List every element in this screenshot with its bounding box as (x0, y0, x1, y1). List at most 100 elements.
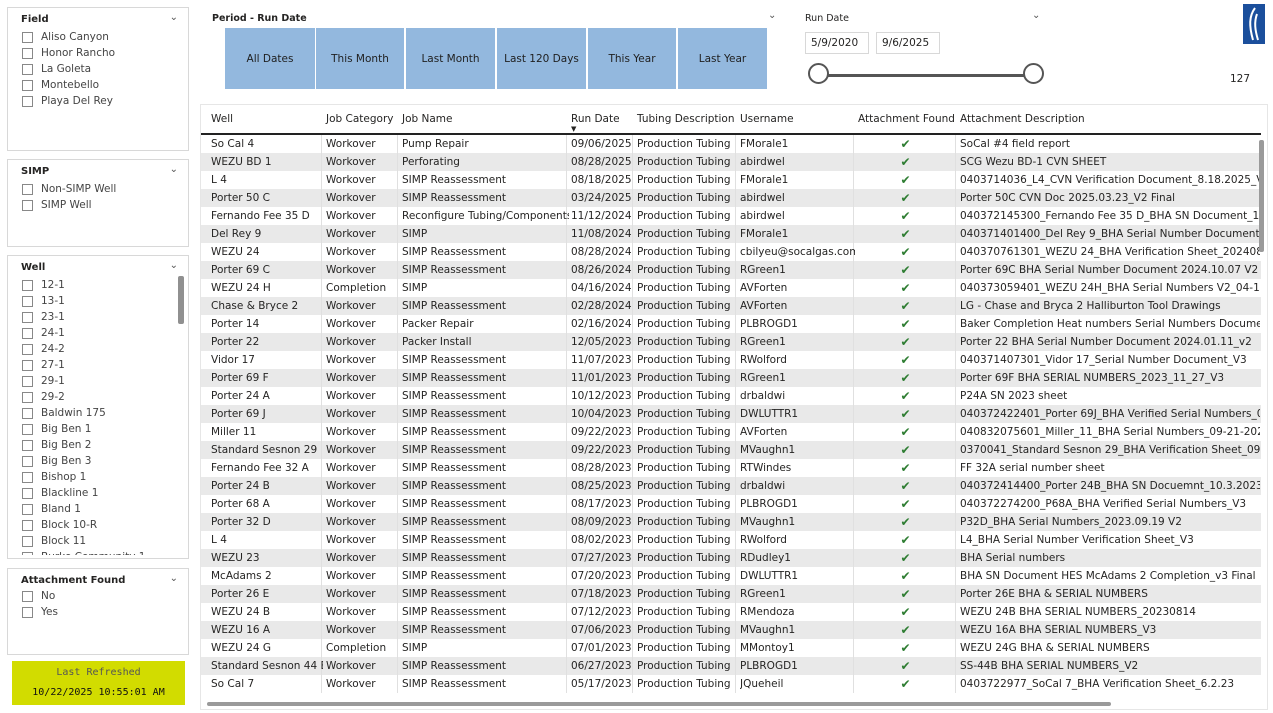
well-slicer-item[interactable]: 12-1 (22, 277, 174, 293)
column-header-attachment-found[interactable]: Attachment Found (858, 113, 955, 125)
table-row[interactable]: Porter 69 C Workover SIMP Reassessment 08/2… (201, 261, 1261, 279)
column-header-attachment-description[interactable]: Attachment Description (960, 113, 1085, 125)
well-slicer-item[interactable]: 29-2 (22, 389, 174, 405)
well-slicer-item[interactable]: Bland 1 (22, 501, 174, 517)
well-slicer-item[interactable]: Big Ben 2 (22, 437, 174, 453)
table-row[interactable]: Porter 32 D Workover SIMP Reassessment 08/0… (201, 513, 1261, 531)
table-row[interactable]: WEZU BD 1 Workover Perforating 08/28/2025 Pr… (201, 153, 1261, 171)
column-header-tubing-description[interactable]: Tubing Description (637, 113, 735, 125)
checkbox[interactable] (22, 471, 33, 483)
attachment-slicer-item[interactable]: Yes (22, 604, 180, 620)
table-row[interactable]: Del Rey 9 Workover SIMP 11/08/2024 Productio… (201, 225, 1261, 243)
field-slicer-item[interactable]: La Goleta (22, 61, 180, 77)
checkbox[interactable] (22, 487, 33, 499)
checkbox[interactable] (22, 47, 33, 59)
checkbox[interactable] (22, 590, 33, 602)
well-slicer-item[interactable]: Big Ben 1 (22, 421, 174, 437)
table-row[interactable]: So Cal 7 Workover SIMP Reassessment 05/17/2… (201, 675, 1261, 693)
checkbox[interactable] (22, 327, 33, 339)
well-slicer-item[interactable]: Burke Community 1 (22, 549, 174, 555)
checkbox[interactable] (22, 311, 33, 323)
checkbox[interactable] (22, 295, 33, 307)
period-button-this-month[interactable]: This Month (316, 28, 404, 89)
well-slicer-item[interactable]: 24-2 (22, 341, 174, 357)
well-slicer-item[interactable]: Bishop 1 (22, 469, 174, 485)
checkbox[interactable] (22, 343, 33, 355)
well-slicer-item[interactable]: Baldwin 175 (22, 405, 174, 421)
field-slicer-item[interactable]: Honor Rancho (22, 45, 180, 61)
slider-start-handle[interactable] (808, 63, 829, 84)
simp-slicer-item[interactable]: Non-SIMP Well (22, 181, 180, 197)
checkbox[interactable] (22, 359, 33, 371)
table-vertical-scrollbar[interactable] (1259, 140, 1264, 252)
column-header-job-name[interactable]: Job Name (402, 113, 453, 125)
checkbox[interactable] (22, 79, 33, 91)
date-range-slider-track[interactable] (820, 74, 1034, 77)
field-slicer-item[interactable]: Aliso Canyon (22, 29, 180, 45)
table-row[interactable]: Miller 11 Workover SIMP Reassessment 09/22/… (201, 423, 1261, 441)
checkbox[interactable] (22, 31, 33, 43)
table-row[interactable]: Porter 24 B Workover SIMP Reassessment 08/2… (201, 477, 1261, 495)
period-button-last-year[interactable]: Last Year (678, 28, 767, 89)
field-slicer-item[interactable]: Montebello (22, 77, 180, 93)
table-row[interactable]: WEZU 23 Workover SIMP Reassessment 07/27/20… (201, 549, 1261, 567)
table-row[interactable]: So Cal 4 Workover Pump Repair 09/06/2025 Pro… (201, 135, 1261, 153)
checkbox[interactable] (22, 606, 33, 618)
table-row[interactable]: Porter 26 E Workover SIMP Reassessment 07/1… (201, 585, 1261, 603)
chevron-down-icon[interactable]: ⌄ (1032, 10, 1040, 21)
chevron-down-icon[interactable]: ⌄ (170, 12, 178, 23)
chevron-down-icon[interactable]: ⌄ (768, 10, 776, 21)
checkbox[interactable] (22, 391, 33, 403)
chevron-down-icon[interactable]: ⌄ (170, 573, 178, 584)
checkbox[interactable] (22, 63, 33, 75)
checkbox[interactable] (22, 375, 33, 387)
well-slicer-item[interactable]: 13-1 (22, 293, 174, 309)
chevron-down-icon[interactable]: ⌄ (170, 164, 178, 175)
table-horizontal-scrollbar[interactable] (207, 702, 1111, 706)
well-slicer-item[interactable]: Big Ben 3 (22, 453, 174, 469)
checkbox[interactable] (22, 503, 33, 515)
checkbox[interactable] (22, 519, 33, 531)
well-slicer-item[interactable]: Block 10-R (22, 517, 174, 533)
checkbox[interactable] (22, 535, 33, 547)
table-row[interactable]: L 4 Workover SIMP Reassessment 08/02/2023 Pr… (201, 531, 1261, 549)
column-header-run-date[interactable]: Run Date (571, 113, 620, 125)
well-slicer-item[interactable]: 24-1 (22, 325, 174, 341)
table-row[interactable]: Fernando Fee 32 A Workover SIMP Reassessme… (201, 459, 1261, 477)
field-slicer-item[interactable]: Playa Del Rey (22, 93, 180, 109)
checkbox[interactable] (22, 279, 33, 291)
checkbox[interactable] (22, 199, 33, 211)
table-row[interactable]: Porter 50 C Workover SIMP Reassessment 03/2… (201, 189, 1261, 207)
table-row[interactable]: Porter 69 J Workover SIMP Reassessment 10/0… (201, 405, 1261, 423)
slider-end-handle[interactable] (1023, 63, 1044, 84)
checkbox[interactable] (22, 423, 33, 435)
table-row[interactable]: L 4 Workover SIMP Reassessment 08/18/2025 Pr… (201, 171, 1261, 189)
table-row[interactable]: Porter 24 A Workover SIMP Reassessment 10/1… (201, 387, 1261, 405)
checkbox[interactable] (22, 551, 33, 555)
end-date-input[interactable]: 9/6/2025 (876, 32, 940, 54)
checkbox[interactable] (22, 455, 33, 467)
column-header-job-category[interactable]: Job Category (326, 113, 394, 125)
table-row[interactable]: Chase & Bryce 2 Workover SIMP Reassessment… (201, 297, 1261, 315)
simp-slicer-item[interactable]: SIMP Well (22, 197, 180, 213)
start-date-input[interactable]: 5/9/2020 (805, 32, 869, 54)
attachment-slicer-item[interactable]: No (22, 588, 180, 604)
chevron-down-icon[interactable]: ⌄ (170, 260, 178, 271)
checkbox[interactable] (22, 95, 33, 107)
well-list-scrollbar[interactable] (178, 276, 184, 324)
column-header-username[interactable]: Username (740, 113, 794, 125)
well-slicer-item[interactable]: Block 11 (22, 533, 174, 549)
period-button-all-dates[interactable]: All Dates (225, 28, 315, 89)
period-button-last-month[interactable]: Last Month (406, 28, 495, 89)
well-slicer-item[interactable]: 29-1 (22, 373, 174, 389)
well-slicer-item[interactable]: 27-1 (22, 357, 174, 373)
column-header-well[interactable]: Well (211, 113, 233, 125)
table-row[interactable]: Fernando Fee 35 D Workover Reconfigure Tub… (201, 207, 1261, 225)
period-button-this-year[interactable]: This Year (588, 28, 676, 89)
table-row[interactable]: WEZU 24 Workover SIMP Reassessment 08/28/20… (201, 243, 1261, 261)
table-row[interactable]: WEZU 24 B Workover SIMP Reassessment 07/12/… (201, 603, 1261, 621)
table-row[interactable]: Standard Sesnon 44 B Workover SIMP Reasses… (201, 657, 1261, 675)
table-row[interactable]: Porter 69 F Workover SIMP Reassessment 11/0… (201, 369, 1261, 387)
table-row[interactable]: WEZU 16 A Workover SIMP Reassessment 07/06/… (201, 621, 1261, 639)
checkbox[interactable] (22, 183, 33, 195)
